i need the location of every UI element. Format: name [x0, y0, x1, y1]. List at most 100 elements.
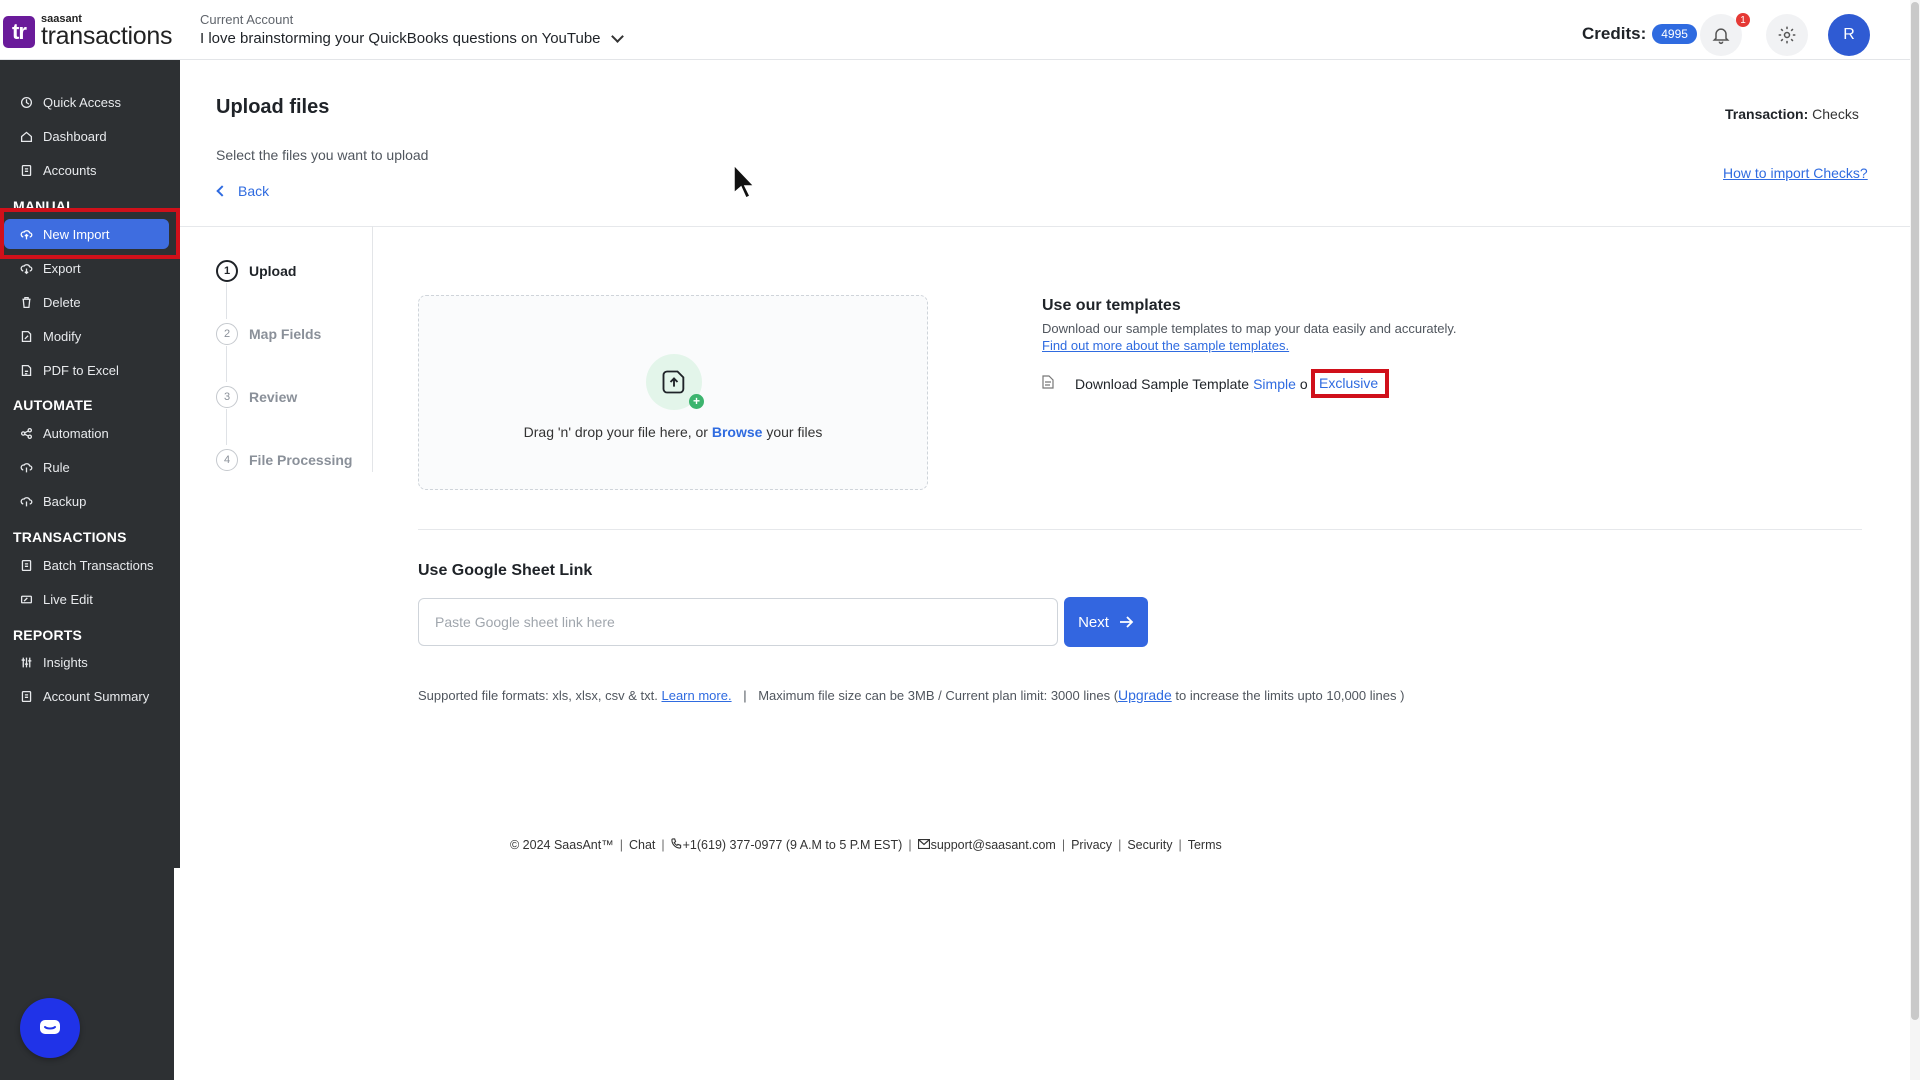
step-map-fields: 2 Map Fields — [216, 323, 321, 345]
page-subtitle: Select the files you want to upload — [216, 147, 429, 163]
step-review: 3 Review — [216, 386, 297, 408]
separator: | — [743, 688, 747, 703]
step-number: 4 — [216, 449, 238, 471]
copyright: © 2024 SaasAnt™ — [510, 838, 614, 852]
sidebar-item-export[interactable]: Export — [0, 253, 180, 283]
page-title: Upload files — [216, 96, 330, 118]
scrollbar-thumb[interactable] — [1911, 2, 1919, 1020]
sidebar-item-live-edit[interactable]: Live Edit — [0, 584, 180, 614]
sample-templates-link[interactable]: Find out more about the sample templates… — [1042, 338, 1289, 353]
divider — [418, 529, 1862, 530]
clipboard-icon — [20, 690, 33, 703]
sidebar-item-modify[interactable]: Modify — [0, 321, 180, 351]
google-sheet-title: Use Google Sheet Link — [418, 562, 593, 579]
privacy-link[interactable]: Privacy — [1071, 838, 1112, 852]
rule-icon — [20, 461, 33, 474]
sidebar-section-automate: AUTOMATE — [13, 397, 93, 413]
logo-big-text: transactions — [41, 22, 173, 50]
sidebar-item-batch-transactions[interactable]: Batch Transactions — [0, 550, 180, 580]
chat-widget-button[interactable] — [20, 998, 80, 1058]
support-email[interactable]: support@saasant.com — [931, 838, 1056, 852]
mouse-cursor-icon — [733, 163, 757, 205]
step-label: Map Fields — [249, 326, 322, 342]
templates-description: Download our sample templates to map you… — [1042, 321, 1457, 336]
sidebar-section-reports: REPORTS — [13, 627, 83, 643]
pdf-file-icon — [20, 364, 33, 377]
sidebar-item-backup[interactable]: Backup — [0, 486, 180, 516]
arrow-right-icon — [1119, 616, 1134, 628]
or-text: o — [1299, 375, 1308, 392]
terms-link[interactable]: Terms — [1188, 838, 1222, 852]
security-link[interactable]: Security — [1127, 838, 1172, 852]
upload-cloud-icon — [20, 228, 33, 241]
chevron-down-icon[interactable] — [610, 29, 624, 43]
sidebar-section-transactions: TRANSACTIONS — [13, 529, 127, 545]
account-switcher[interactable]: Current Account I love brainstorming you… — [200, 12, 624, 47]
sidebar-item-new-import[interactable]: New Import — [4, 219, 169, 249]
exclusive-template-link[interactable]: Exclusive — [1319, 375, 1378, 391]
clipboard-icon — [20, 164, 33, 177]
sidebar-item-delete[interactable]: Delete — [0, 287, 180, 317]
top-header: tr saasant transactions Current Account … — [0, 0, 1910, 60]
browse-link[interactable]: Browse — [712, 424, 763, 440]
step-number: 3 — [216, 386, 238, 408]
google-sheet-input[interactable] — [418, 598, 1058, 646]
home-icon — [20, 130, 33, 143]
transaction-type: Transaction: Checks — [1725, 106, 1859, 122]
document-icon — [1042, 375, 1054, 392]
credits-label: Credits: — [1582, 24, 1647, 43]
step-label: File Processing — [249, 452, 353, 468]
settings-button[interactable] — [1766, 14, 1808, 56]
sidebar-item-account-summary[interactable]: Account Summary — [0, 681, 180, 711]
step-number: 1 — [216, 260, 238, 282]
next-button[interactable]: Next — [1064, 597, 1148, 647]
dropzone-text: Drag 'n' drop your file here, or — [523, 424, 708, 440]
file-dropzone[interactable]: + Drag 'n' drop your file here, or Brows… — [418, 295, 928, 490]
notification-count-badge: 1 — [1736, 13, 1750, 27]
sidebar-item-accounts[interactable]: Accounts — [0, 155, 180, 185]
user-avatar[interactable]: R — [1828, 14, 1870, 56]
sidebar-item-insights[interactable]: Insights — [0, 647, 180, 677]
supported-formats: Supported file formats: xls, xlsx, csv &… — [418, 687, 1404, 703]
sliders-icon — [20, 656, 33, 669]
how-to-import-link[interactable]: How to import Checks? — [1723, 165, 1868, 181]
live-edit-icon — [20, 593, 33, 606]
sidebar-item-label: Live Edit — [43, 591, 93, 607]
export-icon — [20, 262, 33, 275]
divider — [180, 226, 1910, 227]
edit-file-icon — [20, 330, 33, 343]
next-label: Next — [1078, 613, 1109, 631]
app-logo[interactable]: tr saasant transactions — [3, 14, 173, 50]
sidebar-item-label: Account Summary — [43, 688, 150, 704]
sidebar-item-quick-access[interactable]: Quick Access — [0, 87, 180, 117]
clipboard-icon — [20, 559, 33, 572]
back-link[interactable]: Back — [216, 183, 269, 199]
footer: © 2024 SaasAnt™ | Chat | +1(619) 377-097… — [510, 838, 1222, 852]
sidebar-item-dashboard[interactable]: Dashboard — [0, 121, 180, 151]
bell-icon — [1712, 28, 1730, 45]
share-nodes-icon — [20, 427, 33, 440]
sidebar-item-pdf-to-excel[interactable]: PDF to Excel — [0, 355, 180, 385]
sidebar-item-label: Modify — [43, 328, 82, 344]
logo-mark: tr — [3, 15, 35, 48]
dropzone-text-after: your files — [766, 424, 823, 440]
transaction-label: Transaction: — [1725, 106, 1809, 122]
chat-link[interactable]: Chat — [629, 838, 655, 852]
sidebar-item-label: Insights — [43, 654, 88, 670]
sidebar-item-label: Accounts — [43, 162, 97, 178]
chevron-left-icon — [216, 185, 228, 197]
plus-icon: + — [689, 394, 704, 409]
mail-icon — [917, 838, 930, 852]
step-file-processing: 4 File Processing — [216, 449, 352, 471]
formats-text: Supported file formats: xls, xlsx, csv &… — [418, 688, 658, 703]
learn-more-link[interactable]: Learn more. — [661, 688, 731, 703]
sidebar-item-label: Rule — [43, 459, 70, 475]
sidebar-item-label: Batch Transactions — [43, 557, 154, 573]
upgrade-link[interactable]: Upgrade — [1118, 687, 1172, 703]
phone-number[interactable]: +1(619) 377-0977 (9 A.M to 5 P.M EST) — [683, 838, 903, 852]
sidebar-item-label: Export — [43, 260, 81, 276]
limit-text: Maximum file size can be 3MB / Current p… — [758, 688, 1119, 703]
simple-template-link[interactable]: Simple — [1253, 376, 1296, 392]
sidebar-item-rule[interactable]: Rule — [0, 452, 180, 482]
sidebar-item-automation[interactable]: Automation — [0, 418, 180, 448]
